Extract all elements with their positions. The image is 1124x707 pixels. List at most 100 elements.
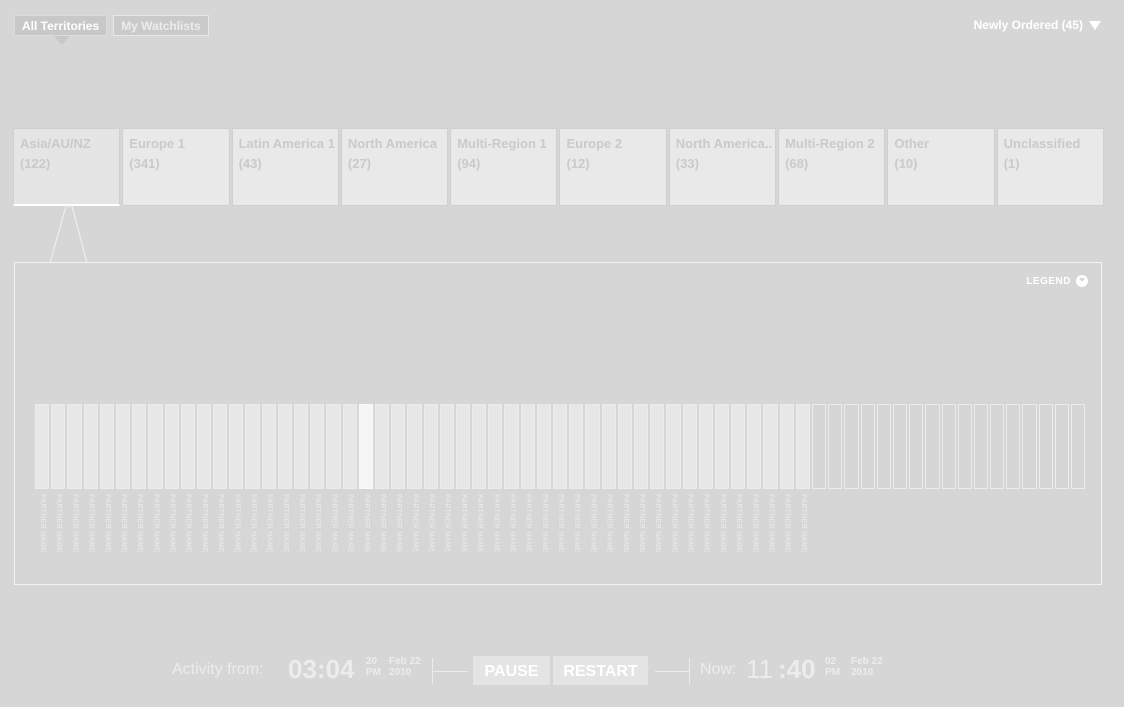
partner-column: PARTNER NAME	[472, 404, 487, 553]
partner-bar[interactable]	[536, 404, 551, 489]
partner-bar[interactable]	[115, 404, 131, 489]
partner-bars: PARTNER NAME PARTNER NAME PARTNER NAME PART…	[35, 404, 1086, 553]
partner-column: PARTNER NAME	[213, 404, 228, 553]
restart-button[interactable]: RESTART	[553, 656, 648, 685]
territory-card-unclassified[interactable]: Unclassified (1)	[996, 128, 1104, 206]
partner-bar[interactable]	[731, 404, 746, 489]
partner-bar[interactable]	[698, 404, 713, 489]
pause-button[interactable]: PAUSE	[473, 656, 550, 685]
partner-name-label: PARTNER NAME	[799, 494, 807, 553]
territory-card-europe-1[interactable]: Europe 1 (341)	[122, 128, 230, 206]
partner-name-label: PARTNER NAME	[621, 494, 629, 553]
partner-bar[interactable]	[148, 404, 163, 489]
territory-card-north-america[interactable]: North America (27)	[340, 128, 449, 206]
legend-label: LEGEND	[1026, 275, 1071, 287]
partner-bar[interactable]	[35, 404, 50, 489]
partner-bar[interactable]	[472, 404, 487, 489]
territory-card-asia[interactable]: Asia/AU/NZ (122)	[13, 128, 121, 206]
partner-column: PARTNER NAME	[423, 404, 438, 553]
territory-name: Latin America 1	[238, 136, 335, 151]
partner-bar[interactable]	[358, 404, 373, 489]
territory-card-multi-region-2[interactable]: Multi-Region 2 (68)	[778, 128, 886, 206]
partner-bar[interactable]	[650, 404, 665, 489]
empty-partner-slot	[812, 404, 827, 489]
territory-card-europe-2[interactable]: Europe 2 (12)	[559, 128, 667, 206]
partner-bar[interactable]	[682, 404, 697, 489]
partner-name-label: PARTNER NAME	[200, 494, 208, 553]
partner-bar[interactable]	[261, 404, 276, 489]
territory-card-multi-region-1[interactable]: Multi-Region 1 (94)	[450, 128, 558, 206]
partner-bar[interactable]	[342, 404, 357, 489]
empty-partner-slot	[892, 404, 908, 489]
partner-bar[interactable]	[374, 404, 390, 489]
partner-bar[interactable]	[714, 404, 730, 489]
territory-count: (122)	[20, 156, 51, 171]
partner-column: PARTNER NAME	[229, 404, 244, 553]
partner-column	[990, 404, 1005, 489]
partner-column	[941, 404, 956, 489]
territory-card-north-america-2[interactable]: North America.. (33)	[668, 128, 777, 206]
partner-bar[interactable]	[520, 404, 535, 489]
partner-bar[interactable]	[488, 404, 503, 489]
empty-partner-slot	[860, 404, 875, 489]
partner-column: PARTNER NAME	[731, 404, 746, 553]
view-tabs: All Territories My Watchlists	[14, 15, 209, 36]
partner-name-label: PARTNER NAME	[540, 494, 548, 553]
partner-name-label: PARTNER NAME	[557, 494, 564, 553]
partner-bar[interactable]	[666, 404, 681, 489]
partner-bar[interactable]	[164, 404, 179, 489]
partner-bar[interactable]	[763, 404, 778, 489]
partner-bar[interactable]	[213, 404, 228, 489]
partner-bar[interactable]	[229, 404, 244, 489]
partner-bar[interactable]	[407, 404, 422, 489]
sort-dropdown[interactable]: Newly Ordered (45)	[974, 18, 1101, 32]
partner-bar[interactable]	[569, 404, 584, 489]
partner-bar[interactable]	[633, 404, 649, 489]
partner-bar[interactable]	[553, 404, 568, 489]
partner-bar[interactable]	[277, 404, 292, 489]
now-ampm: PM	[825, 667, 840, 678]
tab-my-watchlists[interactable]: My Watchlists	[113, 15, 209, 36]
partner-bar[interactable]	[795, 404, 810, 489]
partner-bar[interactable]	[423, 404, 438, 489]
partner-bar[interactable]	[196, 404, 212, 489]
now-minute: :40	[778, 654, 816, 684]
partner-column	[828, 404, 843, 489]
partner-bar[interactable]	[439, 404, 454, 489]
territory-card-other[interactable]: Other (10)	[887, 128, 995, 206]
partner-column	[844, 404, 859, 489]
partner-bar[interactable]	[779, 404, 794, 489]
partner-bar[interactable]	[132, 404, 147, 489]
partner-bar[interactable]	[180, 404, 195, 489]
territory-count: (68)	[785, 156, 809, 171]
partner-bar[interactable]	[504, 404, 519, 489]
partner-column: PARTNER NAME	[747, 404, 762, 553]
partner-column: PARTNER NAME	[779, 404, 794, 553]
partner-bar[interactable]	[67, 404, 82, 489]
partner-bar[interactable]	[83, 404, 98, 489]
legend-toggle[interactable]: LEGEND	[1026, 275, 1088, 287]
partner-column: PARTNER NAME	[51, 404, 66, 553]
partner-bar[interactable]	[310, 404, 325, 489]
partner-column: PARTNER NAME	[553, 404, 568, 553]
territory-card-latin-america-1[interactable]: Latin America 1 (43)	[231, 128, 339, 206]
partner-bar[interactable]	[99, 404, 114, 489]
partner-name-label: PARTNER NAME	[136, 494, 144, 553]
partner-name-label: PARTNER NAME	[233, 494, 241, 553]
partner-bar[interactable]	[585, 404, 600, 489]
partner-bar[interactable]	[245, 404, 260, 489]
partner-bar[interactable]	[747, 404, 762, 489]
partner-bar[interactable]	[51, 404, 66, 489]
partner-bar[interactable]	[326, 404, 341, 489]
partner-column: PARTNER NAME	[115, 404, 131, 553]
partner-bar[interactable]	[455, 404, 471, 489]
activity-time[interactable]: 03:04	[288, 654, 355, 685]
partner-column	[876, 404, 891, 489]
partner-bar[interactable]	[294, 404, 309, 489]
tab-all-territories[interactable]: All Territories	[14, 15, 108, 36]
partner-bar[interactable]	[601, 404, 616, 489]
partner-bar[interactable]	[617, 404, 632, 489]
empty-partner-slot	[990, 404, 1005, 489]
partner-bar[interactable]	[391, 404, 406, 489]
territory-count: (33)	[675, 156, 699, 171]
